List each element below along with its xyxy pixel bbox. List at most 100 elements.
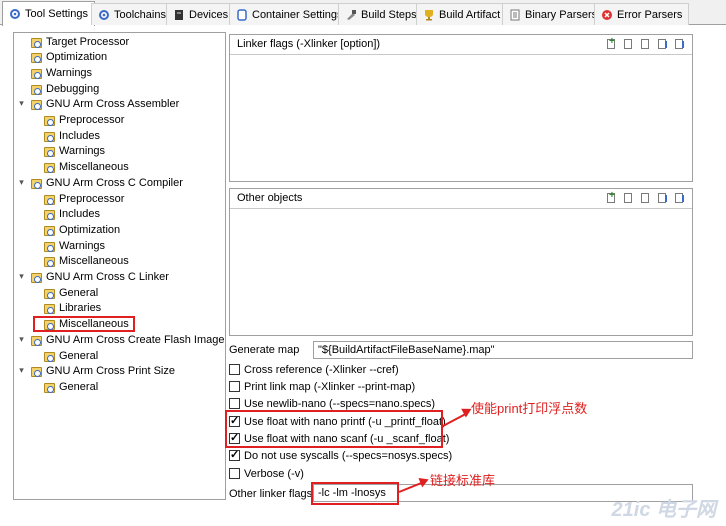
tree-item-label: Warnings bbox=[46, 66, 93, 79]
tree-item-compiler-warnings[interactable]: Warnings bbox=[43, 238, 105, 253]
binary-parsers-icon bbox=[509, 9, 521, 21]
settings-gear-icon bbox=[43, 350, 55, 362]
tree-item-print-size-general[interactable]: General bbox=[43, 379, 98, 394]
tab-toolchains[interactable]: Toolchains bbox=[91, 3, 173, 25]
collapse-chevron-icon[interactable]: ▾ bbox=[17, 334, 26, 345]
checkbox-label: Cross reference (-Xlinker --cref) bbox=[244, 363, 399, 376]
tree-item-label: General bbox=[59, 349, 99, 362]
other-objects-list[interactable]: Other objects bbox=[229, 188, 693, 336]
tab-label: Build Steps bbox=[361, 8, 417, 21]
tree-item-linker-libraries[interactable]: Libraries bbox=[43, 300, 101, 315]
tab-label: Container Settings bbox=[252, 8, 343, 21]
settings-gear-icon bbox=[30, 36, 42, 48]
tree-item-compiler-miscellaneous[interactable]: Miscellaneous bbox=[43, 253, 129, 268]
tree-item-compiler-preprocessor[interactable]: Preprocessor bbox=[43, 191, 124, 206]
cross-reference-checkbox[interactable]: Cross reference (-Xlinker --cref) bbox=[229, 362, 399, 377]
tree-item-gnu-arm-cross-assembler[interactable]: ▾ GNU Arm Cross Assembler bbox=[17, 96, 179, 111]
delete-icon[interactable] bbox=[622, 192, 635, 205]
tree-item-flash-general[interactable]: General bbox=[43, 348, 98, 363]
checkbox-box[interactable] bbox=[229, 468, 240, 479]
tree-item-label: GNU Arm Cross Print Size bbox=[46, 364, 175, 377]
tab-build-artifact[interactable]: Build Artifact bbox=[416, 3, 508, 25]
tree-item-label: Preprocessor bbox=[59, 113, 125, 126]
tree-item-label: Optimization bbox=[46, 50, 108, 63]
verbose-checkbox[interactable]: Verbose (-v) bbox=[229, 466, 304, 481]
edit-icon[interactable] bbox=[639, 38, 652, 51]
tab-devices[interactable]: Devices bbox=[166, 3, 236, 25]
tree-item-compiler-optimization[interactable]: Optimization bbox=[43, 222, 120, 237]
tree-item-gnu-arm-cross-create-flash-image[interactable]: ▾ GNU Arm Cross Create Flash Image bbox=[17, 332, 225, 347]
settings-gear-icon bbox=[43, 145, 55, 157]
tree-item-target-processor[interactable]: Target Processor bbox=[30, 34, 129, 49]
tree-item-optimization[interactable]: Optimization bbox=[30, 49, 107, 64]
tab-label: Toolchains bbox=[114, 8, 166, 21]
tree-item-assembler-miscellaneous[interactable]: Miscellaneous bbox=[43, 159, 129, 174]
tree-item-gnu-arm-cross-print-size[interactable]: ▾ GNU Arm Cross Print Size bbox=[17, 363, 175, 378]
delete-icon[interactable] bbox=[622, 38, 635, 51]
add-icon[interactable] bbox=[605, 36, 618, 51]
tree-item-label: GNU Arm Cross Create Flash Image bbox=[46, 333, 225, 346]
tree-item-label: Libraries bbox=[59, 301, 102, 314]
settings-gear-icon bbox=[43, 255, 55, 267]
tab-container-settings[interactable]: Container Settings bbox=[229, 3, 350, 25]
tool-gear-icon bbox=[30, 271, 42, 283]
collapse-chevron-icon[interactable]: ▾ bbox=[17, 177, 26, 188]
float-annotation: 使能print打印浮点数 bbox=[471, 401, 588, 416]
tree-item-warnings[interactable]: Warnings bbox=[30, 65, 92, 80]
print-link-map-checkbox[interactable]: Print link map (-Xlinker --print-map) bbox=[229, 379, 415, 394]
tree-item-assembler-preprocessor[interactable]: Preprocessor bbox=[43, 112, 124, 127]
move-down-icon[interactable] bbox=[673, 192, 686, 205]
tool-gear-icon bbox=[30, 98, 42, 110]
edit-icon[interactable] bbox=[639, 192, 652, 205]
no-syscalls-checkbox[interactable]: Do not use syscalls (--specs=nosys.specs… bbox=[229, 448, 452, 463]
tab-build-steps[interactable]: Build Steps bbox=[338, 3, 424, 25]
build-steps-icon bbox=[345, 9, 357, 21]
tab-error-parsers[interactable]: Error Parsers bbox=[594, 3, 690, 25]
tab-label: Error Parsers bbox=[617, 8, 683, 21]
build-artifact-icon bbox=[423, 9, 435, 21]
tab-bar: Tool Settings Toolchains Devices Contain… bbox=[0, 0, 726, 26]
tree-item-assembler-includes[interactable]: Includes bbox=[43, 128, 100, 143]
move-up-icon[interactable] bbox=[656, 192, 669, 205]
tab-label: Binary Parsers bbox=[525, 8, 598, 21]
float-options-highlight bbox=[225, 410, 443, 448]
checkbox-label: Verbose (-v) bbox=[244, 467, 304, 480]
collapse-chevron-icon[interactable]: ▾ bbox=[17, 365, 26, 376]
tree-item-assembler-warnings[interactable]: Warnings bbox=[43, 143, 105, 158]
generate-map-input[interactable]: "${BuildArtifactFileBaseName}.map" bbox=[313, 341, 693, 359]
tree-item-linker-general[interactable]: General bbox=[43, 285, 98, 300]
checkbox-box[interactable] bbox=[229, 381, 240, 392]
tree-item-label: Includes bbox=[59, 207, 100, 220]
tool-gear-icon bbox=[30, 177, 42, 189]
move-down-icon[interactable] bbox=[673, 38, 686, 51]
collapse-chevron-icon[interactable]: ▾ bbox=[17, 271, 26, 282]
tab-tool-settings[interactable]: Tool Settings bbox=[2, 1, 95, 26]
settings-gear-icon bbox=[43, 114, 55, 126]
add-icon[interactable] bbox=[605, 190, 618, 205]
checkbox-box[interactable] bbox=[229, 364, 240, 375]
other-objects-toolbar bbox=[605, 190, 686, 205]
collapse-chevron-icon[interactable]: ▾ bbox=[17, 98, 26, 109]
settings-gear-icon bbox=[43, 208, 55, 220]
tree-item-debugging[interactable]: Debugging bbox=[30, 81, 99, 96]
tree-item-compiler-includes[interactable]: Includes bbox=[43, 206, 100, 221]
tree-item-label: Miscellaneous bbox=[59, 254, 129, 267]
checkbox-box-checked[interactable] bbox=[229, 448, 240, 461]
checkbox-label: Print link map (-Xlinker --print-map) bbox=[244, 380, 416, 393]
tree-item-gnu-arm-cross-c-linker[interactable]: ▾ GNU Arm Cross C Linker bbox=[17, 269, 169, 284]
tree-item-gnu-arm-cross-c-compiler[interactable]: ▾ GNU Arm Cross C Compiler bbox=[17, 175, 183, 190]
use-newlib-nano-checkbox[interactable]: Use newlib-nano (--specs=nano.specs) bbox=[229, 396, 435, 411]
tab-binary-parsers[interactable]: Binary Parsers bbox=[502, 3, 605, 25]
tool-settings-icon bbox=[9, 8, 21, 20]
settings-gear-icon bbox=[43, 161, 55, 173]
tab-label: Build Artifact bbox=[439, 8, 501, 21]
move-up-icon[interactable] bbox=[656, 38, 669, 51]
checkbox-box[interactable] bbox=[229, 398, 240, 409]
generate-map-label: Generate map bbox=[229, 344, 300, 356]
other-objects-header: Other objects bbox=[230, 189, 692, 209]
tree-item-label: Target Processor bbox=[46, 35, 130, 48]
tree-item-label: Warnings bbox=[59, 239, 106, 252]
settings-gear-icon bbox=[43, 130, 55, 142]
linker-flags-list[interactable]: Linker flags (-Xlinker [option]) bbox=[229, 34, 693, 182]
tree-item-label: Optimization bbox=[59, 223, 121, 236]
